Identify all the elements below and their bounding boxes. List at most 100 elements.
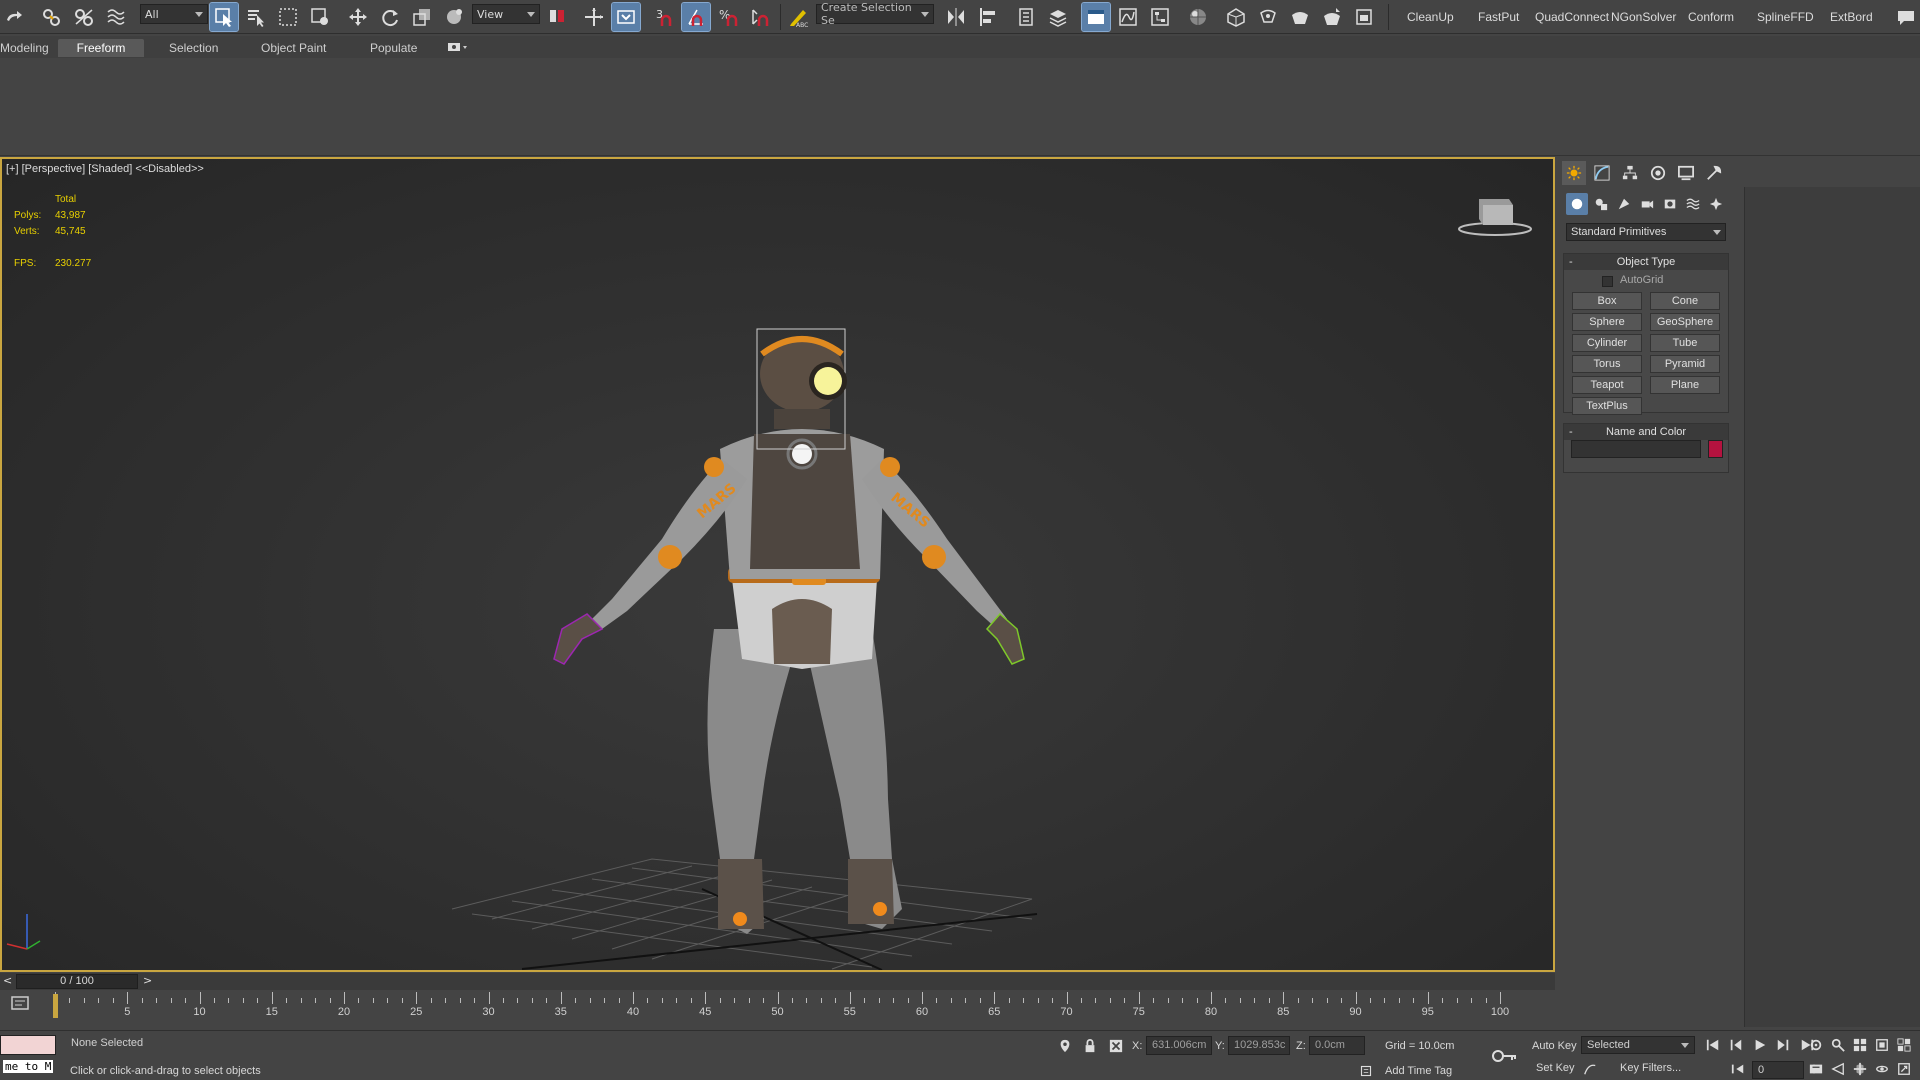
plugin-cleanup-button[interactable]: CleanUp: [1407, 10, 1454, 24]
add-time-tag-button[interactable]: Add Time Tag: [1385, 1065, 1452, 1077]
snaps-toggle-icon[interactable]: 3: [650, 3, 678, 31]
scale-icon[interactable]: [408, 3, 436, 31]
go-to-start-icon[interactable]: [1705, 1037, 1721, 1053]
select-manipulate-icon[interactable]: [580, 3, 608, 31]
x-coord-field[interactable]: 631.006cm: [1146, 1036, 1212, 1055]
link-icon[interactable]: [38, 3, 66, 31]
object-name-input[interactable]: [1571, 440, 1701, 458]
plugin-quadconnect-button[interactable]: QuadConnect: [1535, 10, 1609, 24]
current-frame-field[interactable]: 0: [1752, 1061, 1804, 1079]
time-slider-thumb[interactable]: 0 / 100: [16, 974, 138, 989]
mini-curve-editor-icon[interactable]: [10, 994, 30, 1014]
perspective-viewport[interactable]: [+] [Perspective] [Shaded] <<Disabled>> …: [0, 157, 1555, 972]
field-of-view-icon[interactable]: [1830, 1061, 1846, 1077]
helpers-category-icon[interactable]: [1659, 193, 1681, 215]
redo-icon[interactable]: [0, 3, 28, 31]
maxscript-listener-mini[interactable]: me to M: [0, 1035, 56, 1073]
zoom-all-icon[interactable]: [1852, 1037, 1868, 1053]
place-icon[interactable]: [440, 3, 468, 31]
cylinder-button[interactable]: Cylinder: [1572, 334, 1642, 352]
window-crossing-icon[interactable]: [306, 3, 334, 31]
tab-populate[interactable]: Populate: [358, 39, 429, 57]
angle-snap-icon[interactable]: [681, 2, 711, 32]
plugin-conform-button[interactable]: Conform: [1688, 10, 1734, 24]
box-button[interactable]: Box: [1572, 292, 1642, 310]
pivot-center-icon[interactable]: [543, 3, 571, 31]
rendered-frame-window-icon[interactable]: [1254, 3, 1282, 31]
autogrid-checkbox[interactable]: [1602, 276, 1613, 287]
layer-explorer-icon[interactable]: [1044, 3, 1072, 31]
lights-category-icon[interactable]: [1613, 193, 1635, 215]
object-type-rollout-header[interactable]: - Object Type: [1564, 254, 1728, 270]
trackbar[interactable]: 5 10 15 20 25 30 35 40 45 50 55 60 65 70 75 80 85 90 95 100: [0, 990, 1555, 1028]
toggle-ribbon-icon[interactable]: [1081, 2, 1111, 32]
material-editor-icon[interactable]: [1184, 3, 1212, 31]
pan-view-icon[interactable]: [1852, 1061, 1868, 1077]
keyboard-shortcut-override-icon[interactable]: [611, 2, 641, 32]
render-production-icon[interactable]: [1286, 3, 1314, 31]
cameras-category-icon[interactable]: [1636, 193, 1658, 215]
display-tab-icon[interactable]: [1674, 161, 1698, 185]
selection-filter-dropdown[interactable]: All: [140, 4, 208, 24]
torus-button[interactable]: Torus: [1572, 355, 1642, 373]
create-tab-icon[interactable]: [1562, 161, 1586, 185]
primitive-type-dropdown[interactable]: Standard Primitives: [1566, 223, 1726, 241]
bind-spacewarp-icon[interactable]: [102, 3, 130, 31]
animation-settings-icon[interactable]: [1808, 1037, 1824, 1053]
previous-frame-icon[interactable]: [1728, 1037, 1744, 1053]
plugin-fastput-button[interactable]: FastPut: [1478, 10, 1519, 24]
select-object-icon[interactable]: [209, 2, 239, 32]
schematic-view-icon[interactable]: [1146, 3, 1174, 31]
time-tag-icon[interactable]: [1358, 1063, 1374, 1079]
geosphere-button[interactable]: GeoSphere: [1650, 313, 1720, 331]
object-color-swatch[interactable]: [1708, 440, 1723, 458]
set-key-icon[interactable]: [1492, 1046, 1518, 1066]
auto-key-button[interactable]: Auto Key: [1532, 1040, 1577, 1052]
selection-lock-icon[interactable]: [1082, 1038, 1098, 1054]
mirror-icon[interactable]: [942, 3, 970, 31]
plugin-extbord-button[interactable]: ExtBord: [1830, 10, 1873, 24]
time-slider-next[interactable]: >: [143, 974, 152, 987]
z-coord-field[interactable]: 0.0cm: [1309, 1036, 1365, 1055]
ribbon-options-icon[interactable]: [447, 41, 469, 53]
name-and-color-rollout-header[interactable]: - Name and Color: [1564, 424, 1728, 440]
rect-selection-icon[interactable]: [274, 3, 302, 31]
chat-icon[interactable]: [1892, 3, 1920, 31]
reference-coordinate-dropdown[interactable]: View: [472, 4, 540, 24]
select-by-name-icon[interactable]: [242, 3, 270, 31]
cone-button[interactable]: Cone: [1650, 292, 1720, 310]
toggle-scene-explorer-icon[interactable]: [1012, 3, 1040, 31]
key-mode-toggle-icon[interactable]: [1730, 1061, 1746, 1077]
render-in-cloud-icon[interactable]: [1350, 3, 1378, 31]
move-icon[interactable]: [344, 3, 372, 31]
modify-tab-icon[interactable]: [1590, 161, 1614, 185]
key-filters-button[interactable]: Key Filters...: [1620, 1062, 1681, 1074]
align-icon[interactable]: [974, 3, 1002, 31]
textplus-button[interactable]: TextPlus: [1572, 397, 1642, 415]
plugin-splineffd-button[interactable]: SplineFFD: [1757, 10, 1814, 24]
key-mode-dropdown[interactable]: Selected: [1581, 1036, 1695, 1054]
render-iterative-icon[interactable]: [1318, 3, 1346, 31]
tab-modeling[interactable]: Modeling: [0, 39, 61, 57]
rotate-icon[interactable]: [376, 3, 404, 31]
unlink-icon[interactable]: [70, 3, 98, 31]
absolute-mode-transform-icon[interactable]: [1108, 1038, 1124, 1054]
percent-snap-icon[interactable]: %: [714, 3, 742, 31]
spacewarps-category-icon[interactable]: [1682, 193, 1704, 215]
tab-freeform[interactable]: Freeform: [58, 39, 144, 57]
time-slider[interactable]: < 0 / 100 >: [0, 973, 1555, 990]
curve-editor-icon[interactable]: [1114, 3, 1142, 31]
next-frame-icon[interactable]: [1775, 1037, 1791, 1053]
key-curve-icon[interactable]: [1582, 1061, 1598, 1077]
edit-named-selection-icon[interactable]: ABC: [784, 3, 812, 31]
systems-category-icon[interactable]: [1705, 193, 1727, 215]
shapes-category-icon[interactable]: [1590, 193, 1612, 215]
plugin-ngonsolver-button[interactable]: NGonSolver: [1611, 10, 1676, 24]
geometry-category-icon[interactable]: [1566, 193, 1588, 215]
named-selection-dropdown[interactable]: Create Selection Se: [816, 1, 934, 27]
time-slider-prev[interactable]: <: [3, 974, 12, 987]
spinner-snap-icon[interactable]: [746, 3, 774, 31]
orbit-icon[interactable]: [1874, 1061, 1890, 1077]
y-coord-field[interactable]: 1029.853c: [1228, 1036, 1290, 1055]
tab-object-paint[interactable]: Object Paint: [249, 39, 338, 57]
